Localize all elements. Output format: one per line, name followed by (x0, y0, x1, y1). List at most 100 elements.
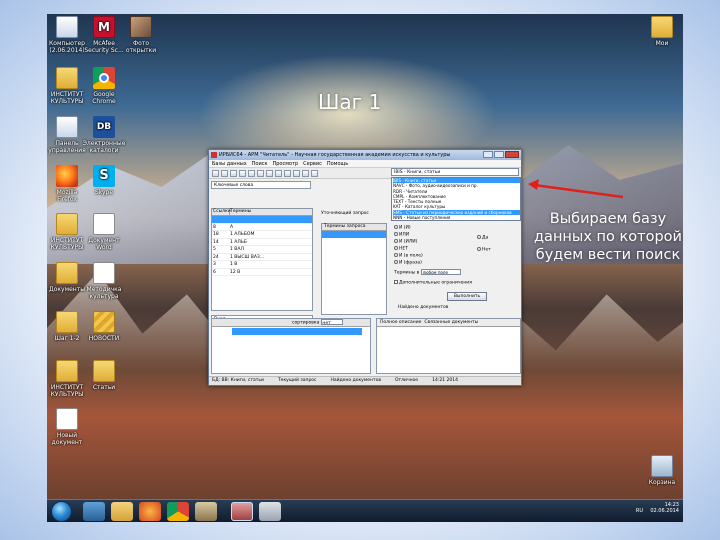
status-mode: Отличное (394, 378, 419, 383)
table-row[interactable]: 18 1 АЛЬБОМ (212, 231, 312, 239)
close-button[interactable] (505, 151, 519, 158)
desktop-icon-label: Электронные каталоги (82, 140, 126, 154)
table-row[interactable]: 8А (212, 224, 312, 231)
menu-item-help[interactable]: Помощь (327, 161, 348, 167)
maximize-button[interactable] (494, 151, 504, 158)
toolbar-button[interactable] (275, 169, 282, 177)
taskbar-settings-icon[interactable] (259, 502, 281, 521)
toolbar-button[interactable] (230, 169, 237, 177)
desktop-icon-folder[interactable]: Мои (638, 16, 686, 47)
minimize-button[interactable] (483, 151, 493, 158)
taskbar-chrome-icon[interactable] (167, 502, 189, 521)
tab-full-description[interactable]: Полное описание (380, 319, 421, 326)
tray-language[interactable]: RU (636, 508, 643, 514)
menu-item-view[interactable]: Просмотр (273, 161, 299, 167)
window-titlebar[interactable]: ИРБИС64 - АРМ "Читатель" - Научная госуд… (209, 150, 521, 160)
logic-option[interactable]: И (ИЛИ) (394, 239, 417, 245)
radio-icon (394, 253, 398, 257)
desktop-icon-label: ИНСТИТУТ КУЛЬТУРЫ (50, 384, 84, 398)
column-header: Термины (230, 209, 252, 214)
desktop-icon-recycle-bin[interactable]: Корзина (638, 455, 686, 486)
toolbar-button[interactable] (293, 169, 300, 177)
logic-option[interactable]: И (в поле) (394, 253, 423, 259)
database-select[interactable]: IBIS - Книги, статьи (391, 168, 519, 176)
desktop-icon-chrome[interactable]: Google Chrome (80, 67, 128, 105)
dictionary-grid[interactable]: Ссылки Термины 8А 18 1 АЛЬБОМ 14 1 АЛЬБ 51… (211, 208, 313, 311)
taskbar-ie-icon[interactable] (83, 502, 105, 521)
irbis-window[interactable]: ИРБИС64 - АРМ "Читатель" - Научная госуд… (208, 149, 522, 386)
logic-option[interactable]: ИЛИ (394, 232, 409, 238)
truncation-no[interactable]: Нет (477, 247, 491, 253)
folder-icon (56, 262, 78, 284)
found-documents-bar: Найдено документов (398, 305, 449, 310)
tab-linked-documents[interactable]: Связанные документы (424, 319, 478, 326)
truncation-yes[interactable]: Да (477, 235, 488, 241)
db-option[interactable]: NNN - Новые поступления (393, 215, 520, 220)
toolbar-button[interactable] (284, 169, 291, 177)
desktop-icon-label: Google Chrome (92, 91, 116, 105)
archive-icon (93, 311, 115, 333)
folder-icon (56, 311, 78, 333)
desktop-icon-archive[interactable]: НОВОСТИ (80, 311, 128, 342)
taskbar-folder-icon[interactable] (111, 502, 133, 521)
taskbar-tool-icon[interactable] (195, 502, 217, 521)
desktop-icon-document[interactable]: Новый документ (43, 408, 91, 446)
desktop-icon-folder[interactable]: Статьи (80, 360, 128, 391)
status-found: Найдено документов (330, 378, 381, 383)
toolbar-button[interactable] (302, 169, 309, 177)
sort-select[interactable]: нет (321, 319, 344, 326)
table-row[interactable]: 51 ВАЛ (212, 246, 312, 254)
radio-icon (394, 260, 398, 264)
desktop-icon-db[interactable]: DB Электронные каталоги (80, 116, 128, 154)
document-view[interactable]: Полное описание Связанные документы (376, 318, 521, 374)
desktop-icon-picture[interactable]: Фото открытки (117, 16, 165, 54)
status-current: Текущий запрос (277, 378, 317, 383)
logic-option[interactable]: НЕТ (394, 246, 408, 252)
column-header: Ссылки (213, 209, 231, 215)
query-terms-list[interactable]: Термины запроса (321, 223, 387, 315)
search-field-select[interactable]: Ключевые слова (211, 181, 311, 189)
table-row[interactable]: 6 12 В (212, 269, 312, 276)
radio-icon (394, 246, 398, 250)
menu-item-databases[interactable]: Базы данных (212, 161, 247, 167)
status-base: БД: ВВ: Книги, статьи (212, 378, 264, 383)
list-item[interactable] (232, 341, 362, 348)
desktop-icon-label: ИНСТИТУТ КУЛЬТУРЫ (50, 91, 84, 105)
toolbar-button[interactable] (311, 169, 318, 177)
clock-date: 02.06.2014 (650, 508, 679, 514)
menu-item-search[interactable]: Поиск (252, 161, 268, 167)
toolbar-button[interactable] (266, 169, 273, 177)
menu-item-service[interactable]: Сервис (303, 161, 322, 167)
toolbar-button[interactable] (212, 169, 219, 177)
database-dropdown-list[interactable]: IBIS - Книги, статьи NAVC - Фото, аудио-… (391, 177, 521, 221)
list-item[interactable] (322, 231, 386, 238)
extra-restrictions[interactable]: Дополнительные ограничения (394, 280, 472, 286)
taskbar-firefox-icon[interactable] (139, 502, 161, 521)
clock[interactable]: 14:23 02.06.2014 (650, 502, 679, 514)
terms-in-row: Термины в любом поле (394, 269, 461, 276)
start-button[interactable] (51, 501, 72, 522)
desktop-icon-label: Фото открытки (125, 40, 157, 54)
toolbar-button[interactable] (221, 169, 228, 177)
table-row[interactable]: 14 1 АЛЬБ (212, 239, 312, 246)
desktop-icon-document[interactable]: Методичка культура (80, 262, 128, 300)
control-panel-icon (56, 116, 78, 138)
radio-icon (477, 235, 481, 239)
toolbar-button[interactable] (239, 169, 246, 177)
desktop-icon-skype[interactable]: S Skype (80, 165, 128, 196)
table-row[interactable] (212, 216, 312, 224)
table-row[interactable]: 31 В (212, 261, 312, 269)
taskbar-irbis-icon[interactable] (231, 502, 253, 521)
table-row[interactable]: 24 1 ВЫСШ ВАЗ... (212, 254, 312, 261)
db-icon: DB (93, 116, 115, 138)
toolbar-button[interactable] (257, 169, 264, 177)
results-list[interactable]: сортировка нет (211, 318, 371, 374)
logic-option[interactable]: И (фраза) (394, 260, 422, 266)
desktop-icon-document[interactable]: Документ Word (80, 213, 128, 251)
desktop-icon-label: Документ Word (88, 237, 120, 251)
toolbar-button[interactable] (248, 169, 255, 177)
terms-field-select[interactable]: любом поле (420, 269, 461, 275)
execute-button[interactable]: Выполнить (447, 292, 487, 301)
view-tabs: Полное описание Связанные документы (377, 319, 520, 327)
logic-option[interactable]: И (И) (394, 225, 411, 231)
